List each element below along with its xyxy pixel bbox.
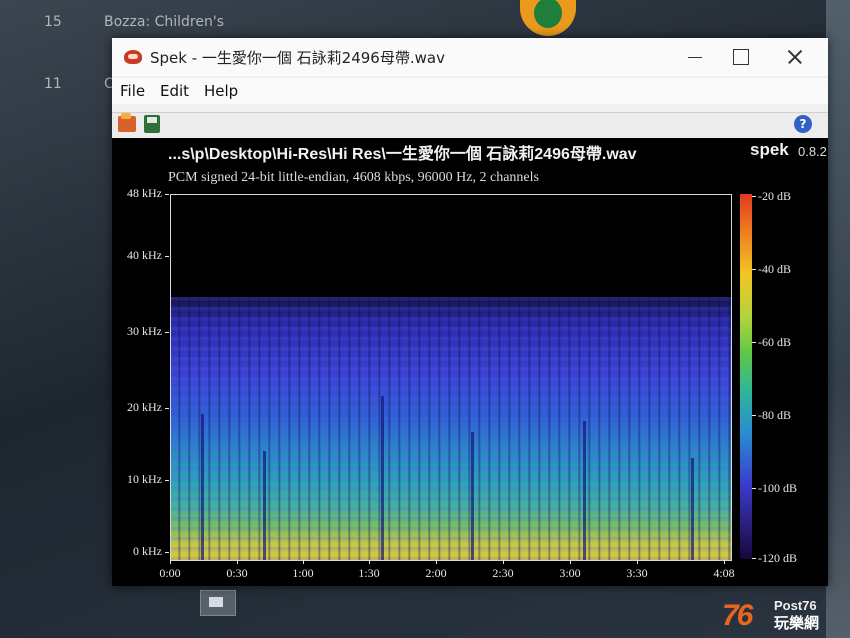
axis-tick [752, 342, 756, 343]
menu-bar: File Edit Help [112, 78, 828, 104]
minimize-icon [688, 57, 702, 58]
maximize-button[interactable] [718, 38, 764, 76]
freq-label: 40 kHz [127, 248, 162, 262]
file-path: ...s\p\Desktop\Hi-Res\Hi Res\一生愛你一個 石詠莉2… [168, 146, 637, 163]
toolbar: ? [112, 112, 828, 137]
watermark-logo: 76 Post76 玩樂網 [722, 598, 842, 632]
window-title: Spek - 一生愛你一個 石詠莉2496母帶.wav [150, 49, 445, 67]
axis-tick [752, 488, 756, 489]
spectrogram-dip [471, 432, 474, 560]
freq-label: 30 kHz [127, 324, 162, 338]
axis-tick [503, 560, 504, 564]
db-label: -100 dB [758, 481, 797, 495]
watermark-chinese: 玩樂網 [774, 614, 820, 632]
save-icon[interactable] [144, 115, 160, 133]
track-number: 15 [44, 14, 62, 30]
freq-label: 20 kHz [127, 400, 162, 414]
db-label: -80 dB [758, 408, 791, 422]
axis-tick [237, 560, 238, 564]
axis-tick [165, 194, 169, 195]
axis-tick [165, 408, 169, 409]
minimize-button[interactable] [672, 38, 718, 76]
time-label: 3:30 [626, 566, 648, 580]
background-list-item: 15 Bozza: Children's [0, 10, 330, 36]
track-title: Bozza: Children's [104, 14, 225, 30]
axis-tick [752, 558, 756, 559]
close-button[interactable] [772, 38, 818, 76]
db-colorbar [740, 194, 752, 559]
title-bar[interactable]: Spek - 一生愛你一個 石詠莉2496母帶.wav [112, 38, 828, 76]
app-name: spek [750, 140, 789, 159]
freq-label: 10 kHz [127, 472, 162, 486]
time-label: 1:30 [358, 566, 380, 580]
track-number: 11 [44, 76, 62, 92]
spectrogram-dip [263, 450, 266, 560]
time-label: 1:00 [292, 566, 314, 580]
taskbar-icon[interactable] [200, 590, 236, 616]
menu-help[interactable]: Help [204, 82, 238, 100]
time-label: 0:00 [159, 566, 181, 580]
spectrogram-plot[interactable] [170, 194, 732, 561]
menu-file[interactable]: File [120, 82, 145, 100]
time-label: 3:00 [559, 566, 581, 580]
db-label: -40 dB [758, 262, 791, 276]
axis-tick [752, 269, 756, 270]
spek-window: Spek - 一生愛你一個 石詠莉2496母帶.wav File Edit He… [112, 38, 828, 586]
db-label: -20 dB [758, 189, 791, 203]
axis-tick [752, 196, 756, 197]
file-info: PCM signed 24-bit little-endian, 4608 kb… [168, 170, 539, 185]
axis-tick [724, 560, 725, 564]
background-window-edge [826, 0, 850, 638]
spectrogram-dip [583, 421, 586, 560]
time-label: 2:00 [425, 566, 447, 580]
maximize-icon [733, 49, 749, 65]
time-label: 0:30 [226, 566, 248, 580]
freq-label: 0 kHz [133, 544, 162, 558]
freq-label: 48 kHz [127, 186, 162, 200]
time-label: 2:30 [492, 566, 514, 580]
db-label: -120 dB [758, 551, 797, 565]
axis-tick [436, 560, 437, 564]
db-label: -60 dB [758, 335, 791, 349]
spectrogram-dip [201, 414, 204, 560]
axis-tick [170, 560, 171, 564]
axis-tick [369, 560, 370, 564]
axis-tick [570, 560, 571, 564]
axis-tick [165, 480, 169, 481]
watermark-text: Post76 [774, 598, 817, 613]
spectrogram-panel: ...s\p\Desktop\Hi-Res\Hi Res\一生愛你一個 石詠莉2… [112, 138, 828, 586]
watermark-number: 76 [722, 599, 753, 632]
axis-tick [303, 560, 304, 564]
app-version: 0.8.2 [798, 144, 827, 159]
spek-app-icon [124, 50, 142, 64]
axis-tick [637, 560, 638, 564]
open-file-icon[interactable] [118, 113, 136, 132]
axis-tick [165, 332, 169, 333]
spectrogram-dip [381, 395, 384, 560]
spectrogram-fill [171, 297, 731, 560]
axis-tick [165, 256, 169, 257]
axis-tick [752, 415, 756, 416]
spectrogram-dip [691, 457, 694, 560]
help-icon[interactable]: ? [794, 115, 812, 133]
music-app-icon [520, 0, 576, 36]
axis-tick [165, 552, 169, 553]
time-label: 4:08 [713, 566, 735, 580]
menu-edit[interactable]: Edit [160, 82, 189, 100]
